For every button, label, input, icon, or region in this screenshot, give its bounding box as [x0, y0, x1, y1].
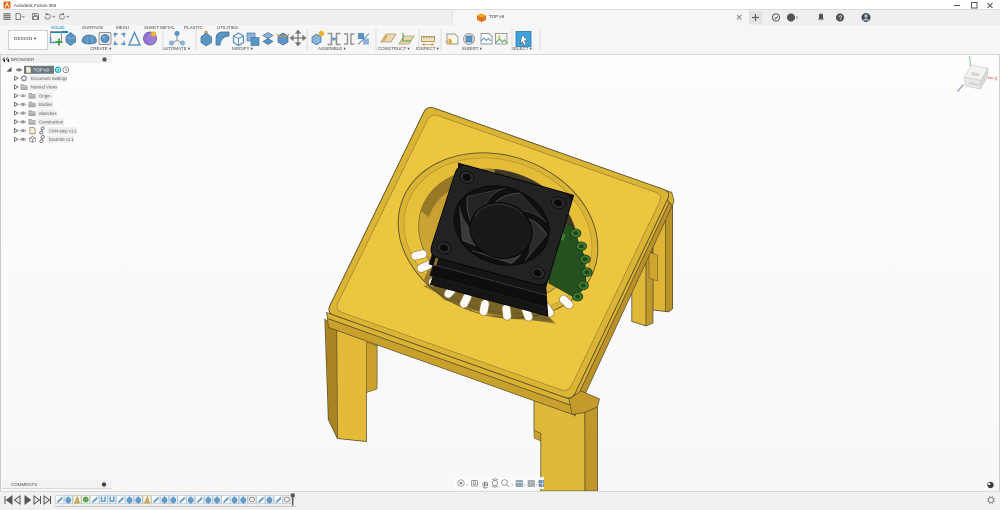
svg-text:Bodies: Bodies	[39, 102, 52, 107]
svg-text:Named Views: Named Views	[31, 85, 57, 90]
svg-text:TOP v9: TOP v9	[34, 68, 50, 73]
svg-text:Document Settings: Document Settings	[31, 76, 67, 81]
svg-text:X: X	[995, 77, 999, 83]
svg-text:Origin: Origin	[39, 93, 51, 98]
svg-text:Construction: Construction	[39, 120, 64, 125]
svg-text:Sketches: Sketches	[39, 111, 57, 116]
svg-text:fan4040 v1:1: fan4040 v1:1	[49, 137, 74, 142]
svg-text:CM4-step v1:1: CM4-step v1:1	[49, 128, 78, 133]
